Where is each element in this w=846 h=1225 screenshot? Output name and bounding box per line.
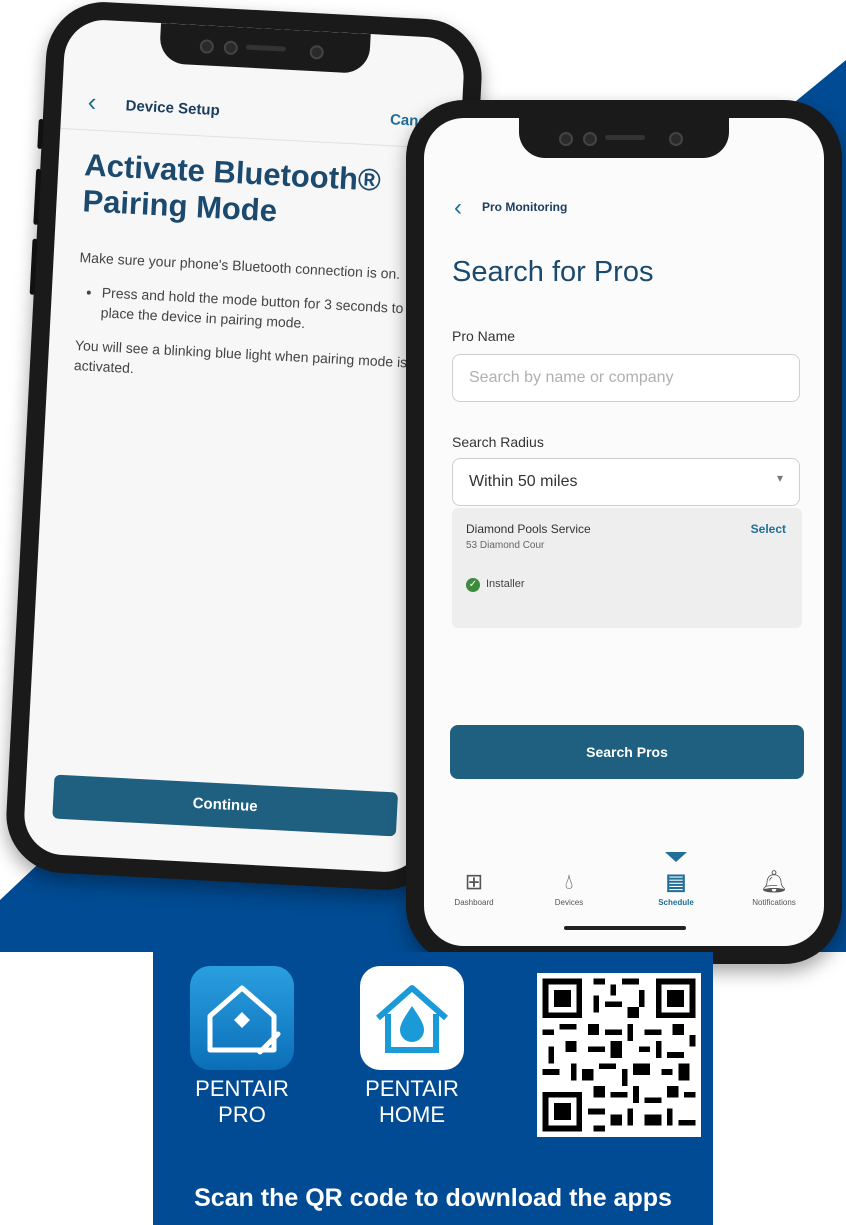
camera-icon <box>199 39 215 54</box>
tab-label: Schedule <box>658 898 694 907</box>
tab-label: Dashboard <box>454 898 494 907</box>
nav-title: Device Setup <box>125 97 221 120</box>
search-radius-select[interactable]: Within 50 miles ▾ <box>452 458 800 506</box>
pentair-home-app-icon[interactable] <box>360 966 464 1070</box>
search-radius-value: Within 50 miles <box>469 473 578 490</box>
qr-code-pattern <box>542 978 696 1132</box>
search-radius-label: Search Radius <box>452 434 544 450</box>
calendar-icon: ▤ <box>665 869 687 894</box>
house-wrench-icon <box>207 985 281 1055</box>
sensor-icon <box>583 132 597 146</box>
scan-qr-caption: Scan the QR code to download the apps <box>194 1184 672 1212</box>
app-label-line: PENTAIR <box>195 1076 289 1101</box>
pro-result-address: 53 Diamond Cour <box>466 540 545 551</box>
camera-icon <box>559 132 573 146</box>
speaker-grille <box>605 135 645 140</box>
bottom-tab-bar: ⊞ Dashboard 💧︎ Devices ▤ Schedule 🔔︎ Not… <box>424 848 824 918</box>
instruction-list: Press and hold the mode button for 3 sec… <box>76 281 434 340</box>
pro-search-screen: ‹ Pro Monitoring Search for Pros Pro Nam… <box>424 118 824 946</box>
tab-schedule[interactable]: ▤ Schedule <box>631 869 721 908</box>
pro-name-input[interactable]: Search by name or company <box>452 354 800 402</box>
back-chevron-icon[interactable]: ‹ <box>454 194 462 222</box>
tab-label: Notifications <box>752 898 796 907</box>
check-circle-icon: ✓ <box>466 578 480 592</box>
tab-dashboard[interactable]: ⊞ Dashboard <box>429 869 519 908</box>
instruction-bullet: Press and hold the mode button for 3 sec… <box>100 282 434 339</box>
nav-bar: ‹ Device Setup Cancel <box>60 76 463 150</box>
app-label-line: HOME <box>379 1102 445 1127</box>
pro-name-placeholder: Search by name or company <box>469 369 674 386</box>
active-tab-pointer-icon <box>665 852 687 862</box>
nav-title: Pro Monitoring <box>482 200 568 214</box>
intro-text: Make sure your phone's Bluetooth connect… <box>79 249 401 282</box>
pro-result-card[interactable]: Diamond Pools Service 53 Diamond Cour Se… <box>452 508 802 628</box>
app-download-panel: PENTAIR PRO PENTAIR HOME Scan the QR cod… <box>153 952 713 1225</box>
grid-icon: ⊞ <box>464 869 484 894</box>
search-pros-button[interactable]: Search Pros <box>450 725 804 779</box>
water-drop-icon: 💧︎ <box>564 869 574 894</box>
phone-notch <box>519 118 729 158</box>
pro-result-name: Diamond Pools Service <box>466 522 591 536</box>
instructions: Make sure your phone's Bluetooth connect… <box>73 247 436 407</box>
sensor-icon <box>669 132 683 146</box>
pentair-pro-label: PENTAIR PRO <box>182 1076 302 1128</box>
pro-name-label: Pro Name <box>452 328 516 344</box>
back-chevron-icon[interactable]: ‹ <box>87 86 97 116</box>
pentair-home-label: PENTAIR HOME <box>352 1076 472 1128</box>
sensor-icon <box>223 40 239 56</box>
tab-devices[interactable]: 💧︎ Devices <box>524 869 614 908</box>
dropdown-arrow-icon: ▾ <box>776 471 783 485</box>
speaker-grille <box>245 44 286 52</box>
page-title: Activate Bluetooth® Pairing Mode <box>81 147 382 229</box>
phone-pro-search: ‹ Pro Monitoring Search for Pros Pro Nam… <box>406 100 842 964</box>
tab-label: Devices <box>554 898 584 907</box>
mute-switch <box>37 118 44 150</box>
phone-notch <box>158 23 371 75</box>
note-text: You will see a blinking blue light when … <box>73 337 408 377</box>
bell-icon: 🔔︎ <box>760 869 788 894</box>
select-button[interactable]: Select <box>751 522 786 536</box>
app-label-line: PENTAIR <box>365 1076 459 1101</box>
tab-notifications[interactable]: 🔔︎ Notifications <box>729 869 819 908</box>
sensor-icon <box>309 44 325 60</box>
qr-code[interactable] <box>537 973 701 1137</box>
app-label-line: PRO <box>218 1102 266 1127</box>
home-indicator <box>564 926 686 930</box>
page-title: Search for Pros <box>452 256 654 288</box>
continue-button[interactable]: Continue <box>52 774 399 837</box>
pentair-pro-app-icon[interactable] <box>190 966 294 1070</box>
house-water-icon <box>376 985 448 1053</box>
installer-badge: Installer <box>486 578 525 590</box>
device-setup-screen: ‹ Device Setup Cancel Activate Bluetooth… <box>22 18 466 874</box>
